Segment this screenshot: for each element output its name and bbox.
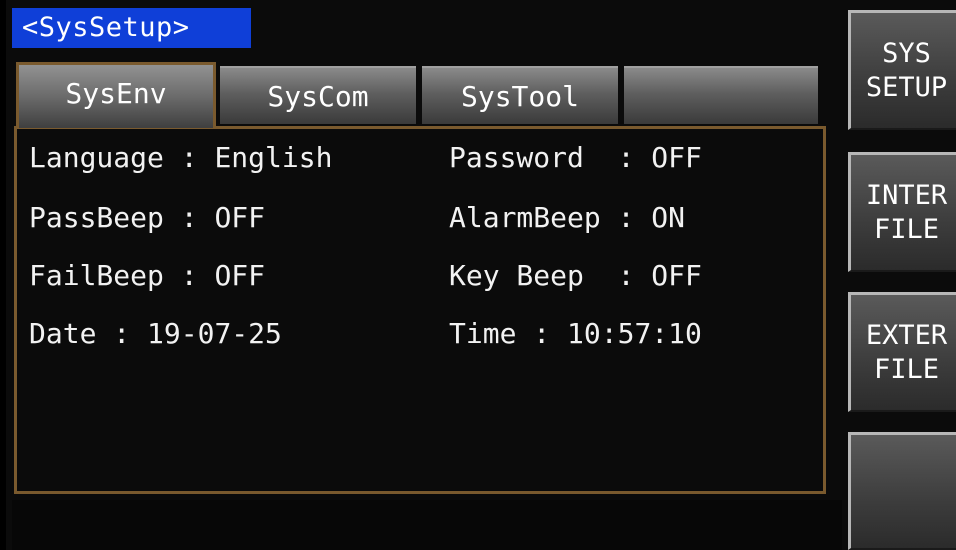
blank-softkey[interactable] bbox=[848, 432, 956, 550]
softkey-line2: SETUP bbox=[865, 71, 948, 103]
fail-beep-value: OFF bbox=[214, 259, 266, 292]
language-value: English bbox=[214, 141, 333, 174]
tab-empty[interactable] bbox=[624, 66, 818, 124]
fail-beep-setting[interactable]: FailBeep : OFF bbox=[29, 259, 265, 292]
date-label: Date bbox=[29, 317, 97, 350]
tab-label: SysCom bbox=[267, 80, 369, 113]
softkey-line1: EXTER bbox=[865, 319, 948, 351]
softkey-line2: FILE bbox=[873, 353, 940, 385]
tab-syscom[interactable]: SysCom bbox=[220, 66, 416, 124]
date-value: 19-07-25 bbox=[147, 317, 282, 350]
softkey-line2: FILE bbox=[873, 213, 940, 245]
softkey-line1: INTER bbox=[865, 179, 948, 211]
key-beep-label: Key Beep bbox=[449, 259, 584, 292]
tab-sysenv[interactable]: SysEnv bbox=[16, 62, 216, 128]
pass-beep-setting[interactable]: PassBeep : OFF bbox=[29, 201, 265, 234]
time-label: Time bbox=[449, 317, 517, 350]
exter-file-softkey[interactable]: EXTER FILE bbox=[848, 292, 956, 412]
tab-label: SysEnv bbox=[65, 77, 167, 110]
key-beep-setting[interactable]: Key Beep : OFF bbox=[449, 259, 702, 292]
date-setting[interactable]: Date : 19-07-25 bbox=[29, 317, 282, 350]
pass-beep-label: PassBeep bbox=[29, 201, 164, 234]
password-label: Password bbox=[449, 141, 584, 174]
fail-beep-label: FailBeep bbox=[29, 259, 164, 292]
language-label: Language bbox=[29, 141, 164, 174]
time-setting[interactable]: Time : 10:57:10 bbox=[449, 317, 702, 350]
time-value: 10:57:10 bbox=[567, 317, 702, 350]
alarm-beep-setting[interactable]: AlarmBeep : ON bbox=[449, 201, 685, 234]
password-setting[interactable]: Password : OFF bbox=[449, 141, 702, 174]
alarm-beep-label: AlarmBeep bbox=[449, 201, 601, 234]
language-setting[interactable]: Language : English bbox=[29, 141, 332, 174]
alarm-beep-value: ON bbox=[651, 201, 686, 234]
inter-file-softkey[interactable]: INTER FILE bbox=[848, 152, 956, 272]
password-value: OFF bbox=[651, 141, 702, 174]
settings-panel: Language : English Password : OFF PassBe… bbox=[14, 126, 826, 494]
tab-systool[interactable]: SysTool bbox=[422, 66, 618, 124]
instrument-screen: <SysSetup> SysEnv SysCom SysTool Languag… bbox=[0, 0, 956, 550]
status-bar bbox=[12, 500, 842, 550]
pass-beep-value: OFF bbox=[214, 201, 266, 234]
page-title: <SysSetup> bbox=[12, 8, 251, 48]
tab-label: SysTool bbox=[460, 80, 579, 113]
softkey-line1: SYS bbox=[882, 37, 931, 69]
key-beep-value: OFF bbox=[651, 259, 702, 292]
sys-setup-softkey[interactable]: SYS SETUP bbox=[848, 10, 956, 130]
